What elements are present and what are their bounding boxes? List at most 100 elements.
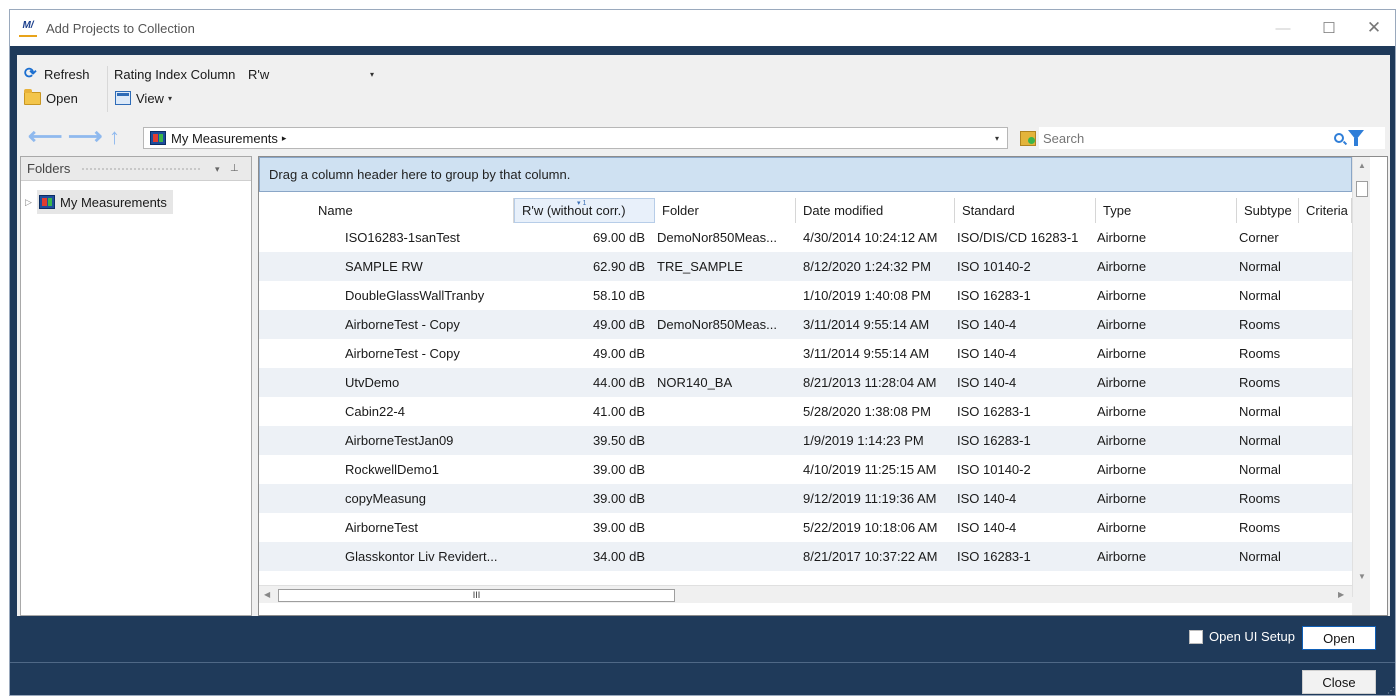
address-text[interactable]: My Measurements (171, 131, 278, 146)
group-by-area[interactable]: Drag a column header here to group by th… (259, 157, 1352, 192)
maximize-button[interactable]: ☐ (1306, 10, 1352, 46)
close-button[interactable]: Close (1302, 670, 1376, 694)
close-window-button[interactable]: ✕ (1351, 10, 1395, 46)
column-header-rating[interactable]: R'w (without corr.) ▾ 1 (514, 198, 655, 223)
scroll-left-icon[interactable]: ◀ (264, 590, 270, 599)
table-row[interactable]: RockwellDemo1 39.00 dB 4/10/2019 11:25:15 … (259, 455, 1352, 484)
view-icon (115, 91, 131, 105)
cell-type: Airborne (1097, 404, 1147, 419)
cell-folder (657, 542, 793, 571)
cell-standard: ISO 16283-1 (957, 433, 1031, 448)
refresh-button[interactable]: ⟳ Refresh (24, 63, 90, 85)
vertical-scroll-thumb[interactable] (1356, 181, 1368, 197)
scroll-up-icon[interactable]: ▲ (1358, 161, 1366, 170)
table-row[interactable]: Glasskontor Liv Revidert... 34.00 dB 8/21/… (259, 542, 1352, 571)
vertical-scrollbar[interactable]: ▲ ▼ (1352, 157, 1370, 597)
table-row[interactable]: ISO16283-1sanTest 69.00 dB DemoNor850Meas.… (259, 223, 1352, 252)
cell-date-modified: 8/21/2013 11:28:04 AM (803, 375, 937, 390)
column-header-standard[interactable]: Standard (955, 198, 1096, 223)
cell-type: Airborne (1097, 433, 1147, 448)
horizontal-scrollbar[interactable]: ◀ III ▶ (259, 585, 1352, 603)
cell-name: SAMPLE RW (345, 259, 423, 274)
search-scope-icon[interactable] (1020, 131, 1036, 146)
chevron-down-icon: ▾ (167, 93, 172, 103)
view-menu-button[interactable]: View ▾ (115, 87, 172, 109)
folder-open-icon (24, 88, 41, 105)
open-ui-setup-checkbox[interactable]: Open UI Setup (1189, 629, 1295, 644)
checkbox-box[interactable] (1189, 629, 1203, 644)
table-row[interactable]: copyMeasung 39.00 dB 9/12/2019 11:19:36 AM… (259, 484, 1352, 513)
table-row[interactable]: UtvDemo 44.00 dB NOR140_BA 8/21/2013 11:28:… (259, 368, 1352, 397)
column-header-type[interactable]: Type (1096, 198, 1237, 223)
open-label: Open (46, 90, 78, 106)
cell-subtype: Rooms (1239, 346, 1281, 361)
cell-type: Airborne (1097, 491, 1147, 506)
sort-indicator-icon: ▾ 1 (577, 200, 587, 207)
panel-drag-grip[interactable] (81, 167, 201, 172)
minimize-button[interactable]: — (1260, 10, 1306, 46)
table-row[interactable]: AirborneTest - Copy 49.00 dB 3/11/2014 9:5… (259, 339, 1352, 368)
column-header-date-modified[interactable]: Date modified (796, 198, 955, 223)
address-dropdown-icon[interactable]: ▾ (995, 134, 999, 143)
pin-icon[interactable]: ⊥ (230, 163, 239, 174)
column-header-rating-label: R'w (without corr.) (522, 203, 626, 218)
cell-type: Airborne (1097, 317, 1147, 332)
cell-type: Airborne (1097, 259, 1147, 274)
open-button[interactable]: Open (1302, 626, 1376, 650)
cell-type: Airborne (1097, 520, 1147, 535)
scroll-right-icon[interactable]: ▶ (1338, 590, 1344, 599)
tree-expand-icon[interactable]: ▷ (25, 197, 37, 208)
cell-folder: DemoNor850Meas... (657, 230, 777, 245)
cell-type: Airborne (1097, 230, 1147, 245)
folders-header: Folders ▾ ⊥ (21, 157, 251, 181)
panel-menu-icon[interactable]: ▾ (215, 164, 220, 175)
address-bar[interactable]: My Measurements ▸ ▾ (143, 127, 1008, 149)
cell-type: Airborne (1097, 549, 1147, 564)
rating-index-label: Rating Index Column (114, 66, 236, 82)
open-folder-button[interactable]: Open (24, 87, 78, 109)
projects-grid: Drag a column header here to group by th… (258, 156, 1388, 616)
cell-rating: 41.00 dB (592, 404, 645, 419)
table-row[interactable]: DoubleGlassWallTranby 58.10 dB 1/10/2019 1… (259, 281, 1352, 310)
cell-standard: ISO 140-4 (957, 491, 1017, 506)
cell-date-modified: 1/10/2019 1:40:08 PM (803, 288, 931, 303)
cell-name: AirborneTestJan09 (345, 433, 454, 448)
resize-grip-icon[interactable]: ⋰ (1387, 686, 1395, 695)
column-header-folder[interactable]: Folder (655, 198, 796, 223)
cell-rating: 49.00 dB (592, 346, 645, 361)
forward-arrow-icon[interactable]: ⟶ (68, 125, 102, 149)
cell-folder (657, 455, 793, 484)
tree-item-selected[interactable]: My Measurements (37, 190, 173, 214)
column-header-subtype[interactable]: Subtype (1237, 198, 1299, 223)
breadcrumb-chevron-icon[interactable]: ▸ (282, 133, 287, 144)
scroll-corner (1352, 597, 1370, 615)
cell-folder (657, 397, 793, 426)
column-header-criteria[interactable]: Criteria (1299, 198, 1352, 223)
rating-index-value: R'w (248, 66, 270, 82)
table-row[interactable]: Cabin22-4 41.00 dB 5/28/2020 1:38:08 PM ISO… (259, 397, 1352, 426)
cell-folder: NOR140_BA (657, 375, 733, 390)
table-row[interactable]: AirborneTestJan09 39.50 dB 1/9/2019 1:14:2… (259, 426, 1352, 455)
table-row[interactable]: AirborneTest 39.00 dB 5/22/2019 10:18:06 A… (259, 513, 1352, 542)
cell-subtype: Normal (1239, 288, 1281, 303)
up-arrow-icon[interactable]: ↑ (109, 125, 120, 149)
filter-icon[interactable] (1348, 130, 1364, 146)
scroll-down-icon[interactable]: ▼ (1358, 572, 1366, 581)
group-by-hint: Drag a column header here to group by th… (269, 167, 571, 182)
rating-index-select[interactable]: R'w ▾ (248, 63, 378, 85)
column-header-name[interactable]: Name (311, 198, 514, 223)
tree-item-my-measurements[interactable]: ▷ My Measurements (25, 188, 205, 216)
cell-folder: DemoNor850Meas... (657, 317, 777, 332)
cell-standard: ISO 16283-1 (957, 404, 1031, 419)
cell-subtype: Corner (1239, 230, 1279, 245)
table-row[interactable]: SAMPLE RW 62.90 dB TRE_SAMPLE 8/12/2020 1:2… (259, 252, 1352, 281)
cell-standard: ISO 140-4 (957, 375, 1017, 390)
cell-rating: 39.00 dB (592, 520, 645, 535)
horizontal-scroll-thumb[interactable]: III (278, 589, 675, 602)
table-row[interactable]: AirborneTest - Copy 49.00 dB DemoNor850Mea… (259, 310, 1352, 339)
cell-date-modified: 8/12/2020 1:24:32 PM (803, 259, 931, 274)
search-icon[interactable] (1334, 133, 1344, 143)
cell-folder (657, 426, 793, 455)
back-arrow-icon[interactable]: ⟵ (28, 125, 62, 149)
search-input[interactable] (1043, 130, 1333, 146)
